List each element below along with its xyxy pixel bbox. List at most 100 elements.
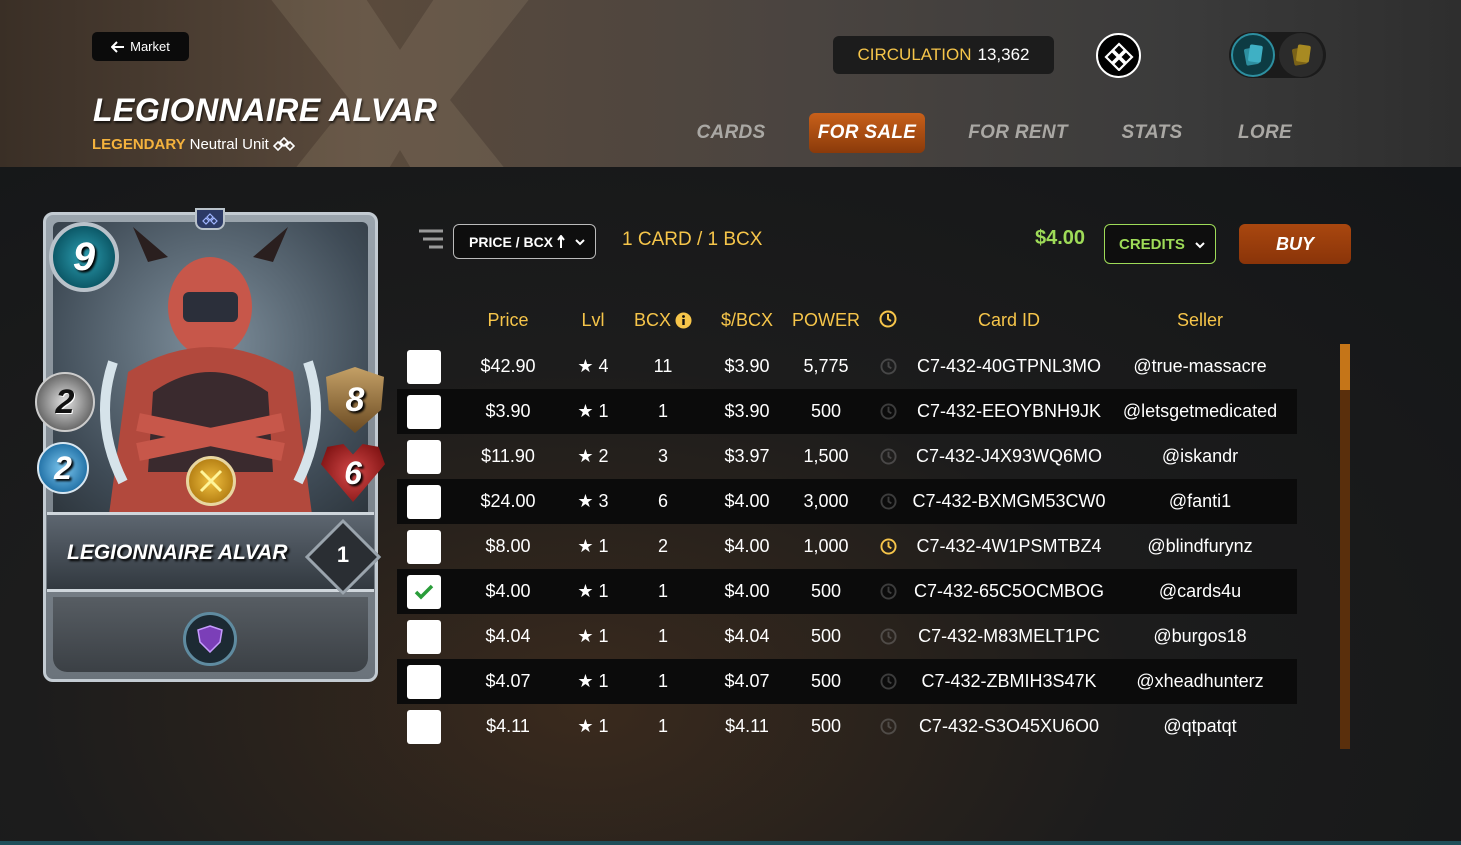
currency-dropdown[interactable]: CREDITS (1104, 224, 1216, 264)
clock-icon (879, 583, 897, 600)
row-clock (877, 479, 899, 524)
header-bcx[interactable]: BCX (627, 310, 699, 331)
row-card-id[interactable]: C7-432-S3O45XU6O0 (899, 704, 1119, 749)
row-seller[interactable]: @true-massacre (1110, 344, 1290, 389)
edition-filter-button[interactable] (1096, 33, 1141, 78)
card-name: LEGIONNAIRE ALVAR (67, 541, 288, 564)
row-level: ★ 2 (577, 446, 609, 466)
buy-button[interactable]: BUY (1239, 224, 1351, 264)
header-power[interactable]: POWER (786, 310, 866, 331)
row-card-id[interactable]: C7-432-40GTPNL3MO (899, 344, 1119, 389)
row-seller[interactable]: @burgos18 (1110, 614, 1290, 659)
row-level: ★ 1 (577, 536, 609, 556)
foil-toggle (1229, 32, 1326, 78)
clock-icon (879, 448, 897, 465)
header-price[interactable]: Price (468, 310, 548, 331)
row-power: 3,000 (803, 491, 849, 511)
table-scrollbar[interactable] (1340, 344, 1350, 749)
row-select-checkbox[interactable] (407, 620, 441, 654)
header-card-id[interactable]: Card ID (929, 310, 1089, 331)
header-seller[interactable]: Seller (1120, 310, 1280, 331)
table-row[interactable]: $42.90 ★ 4 11 $3.90 5,775 C7-432-40GTPNL3MO @t… (397, 344, 1297, 389)
tab-lore[interactable]: LORE (1233, 113, 1297, 153)
row-bcx: 1 (657, 626, 668, 646)
row-card-id[interactable]: C7-432-EEOYBNH9JK (899, 389, 1119, 434)
row-seller[interactable]: @iskandr (1110, 434, 1290, 479)
row-price-per-bcx: $4.04 (724, 626, 770, 646)
row-clock (877, 569, 899, 614)
row-card-id[interactable]: C7-432-65C5OCMBOG (899, 569, 1119, 614)
row-card-id[interactable]: C7-432-ZBMIH3S47K (899, 659, 1119, 704)
tab-stats[interactable]: STATS (1118, 113, 1186, 153)
info-icon[interactable] (675, 312, 692, 329)
row-select-checkbox[interactable] (407, 665, 441, 699)
row-card-id[interactable]: C7-432-4W1PSMTBZ4 (899, 524, 1119, 569)
row-level: ★ 1 (577, 716, 609, 736)
row-seller[interactable]: @letsgetmedicated (1110, 389, 1290, 434)
row-card-id[interactable]: C7-432-M83MELT1PC (899, 614, 1119, 659)
row-price: $42.90 (480, 356, 536, 376)
row-price-per-bcx: $4.11 (725, 716, 769, 736)
melee-attack: 2 (35, 372, 95, 432)
table-row[interactable]: $4.00 ★ 1 1 $4.00 500 C7-432-65C5OCMBOG @cards… (397, 569, 1297, 614)
scrollbar-thumb[interactable] (1340, 344, 1350, 390)
header-level[interactable]: Lvl (563, 310, 623, 331)
table-row[interactable]: $4.07 ★ 1 1 $4.07 500 C7-432-ZBMIH3S47K @xhead… (397, 659, 1297, 704)
row-seller[interactable]: @xheadhunterz (1110, 659, 1290, 704)
row-select-checkbox[interactable] (407, 395, 441, 429)
row-seller[interactable]: @cards4u (1110, 569, 1290, 614)
table-row[interactable]: $24.00 ★ 3 6 $4.00 3,000 C7-432-BXMGM53CW0 @fa… (397, 479, 1297, 524)
row-price-per-bcx: $4.00 (724, 536, 770, 556)
row-power: 1,000 (803, 536, 849, 556)
row-price: $4.04 (485, 626, 531, 646)
row-seller[interactable]: @qtpatqt (1110, 704, 1290, 749)
edition-gem (195, 208, 225, 230)
row-price: $24.00 (480, 491, 536, 511)
row-price: $4.11 (486, 716, 530, 736)
back-to-market-button[interactable]: Market (92, 32, 189, 61)
row-bcx: 1 (657, 716, 668, 736)
sort-dropdown[interactable]: PRICE / BCX (453, 224, 596, 259)
table-row[interactable]: $8.00 ★ 1 2 $4.00 1,000 C7-432-4W1PSMTBZ4 @bli… (397, 524, 1297, 569)
clock-icon (879, 628, 897, 645)
clock-icon (879, 493, 897, 510)
mana-cost: 9 (49, 222, 119, 292)
sort-label: PRICE / BCX (469, 233, 554, 250)
header-per-bcx[interactable]: $/BCX (707, 310, 787, 331)
table-row[interactable]: $11.90 ★ 2 3 $3.97 1,500 C7-432-J4X93WQ6MO @is… (397, 434, 1297, 479)
currency-label: CREDITS (1119, 235, 1185, 253)
row-clock (877, 704, 899, 749)
row-level: ★ 1 (577, 581, 609, 601)
check-icon (414, 584, 434, 600)
filter-icon[interactable] (418, 228, 444, 252)
row-select-checkbox[interactable] (407, 575, 441, 609)
row-select-checkbox[interactable] (407, 710, 441, 744)
chevron-down-icon (575, 239, 585, 246)
row-select-checkbox[interactable] (407, 485, 441, 519)
row-seller[interactable]: @blindfurynz (1110, 524, 1290, 569)
type-label: Neutral Unit (189, 136, 269, 153)
row-card-id[interactable]: C7-432-J4X93WQ6MO (899, 434, 1119, 479)
row-power: 500 (810, 671, 842, 691)
table-row[interactable]: $4.11 ★ 1 1 $4.11 500 C7-432-S3O45XU6O0 @qtpat… (397, 704, 1297, 749)
regular-foil-button[interactable] (1231, 33, 1275, 77)
row-power: 500 (810, 626, 842, 646)
tab-for-sale[interactable]: FOR SALE (809, 113, 925, 153)
row-select-checkbox[interactable] (407, 530, 441, 564)
row-select-checkbox[interactable] (407, 440, 441, 474)
row-card-id[interactable]: C7-432-BXMGM53CW0 (899, 479, 1119, 524)
tab-cards[interactable]: CARDS (690, 113, 772, 153)
row-seller[interactable]: @fanti1 (1110, 479, 1290, 524)
row-price-per-bcx: $4.00 (724, 491, 770, 511)
row-bcx: 1 (657, 581, 668, 601)
row-select-checkbox[interactable] (407, 350, 441, 384)
row-price: $3.90 (485, 401, 531, 421)
row-bcx: 3 (657, 446, 668, 466)
row-price: $4.07 (485, 671, 531, 691)
table-row[interactable]: $3.90 ★ 1 1 $3.90 500 C7-432-EEOYBNH9JK @letsg… (397, 389, 1297, 434)
row-clock (877, 524, 899, 569)
tab-for-rent[interactable]: FOR RENT (968, 113, 1068, 153)
row-power: 1,500 (803, 446, 849, 466)
gold-foil-button[interactable] (1279, 33, 1323, 77)
table-row[interactable]: $4.04 ★ 1 1 $4.04 500 C7-432-M83MELT1PC @burgo… (397, 614, 1297, 659)
